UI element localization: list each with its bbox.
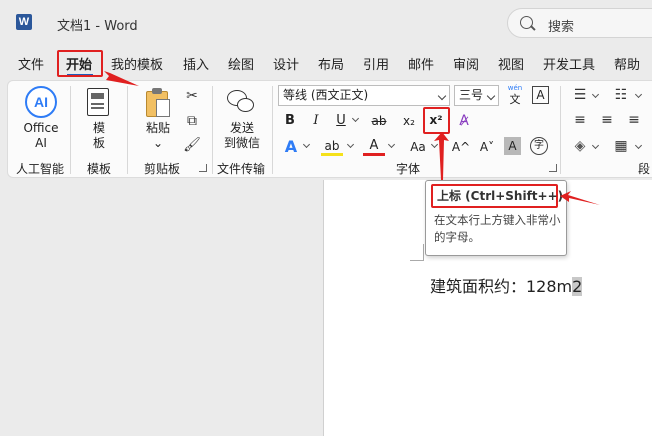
group-separator: [127, 86, 128, 174]
title-bar: W 文档1 - Word 搜索: [0, 0, 652, 46]
group-separator: [70, 86, 71, 174]
font-color-button[interactable]: A: [363, 136, 385, 156]
paste-icon[interactable]: [146, 88, 170, 118]
phonetic-char: 文: [509, 93, 521, 106]
wechat-icon[interactable]: [227, 90, 255, 114]
bullets-icon[interactable]: ☰: [569, 86, 591, 104]
paste-button[interactable]: 粘贴 ⌄: [141, 121, 175, 151]
numbering-icon[interactable]: ☷: [610, 86, 632, 104]
office-ai-label-1: Office: [23, 121, 59, 135]
align-right-icon[interactable]: ≡: [623, 111, 645, 129]
tab-view[interactable]: 视图: [498, 54, 524, 73]
superscript-annotation-box: [423, 107, 450, 134]
tab-draw[interactable]: 绘图: [228, 54, 254, 73]
format-painter-icon[interactable]: 🖌: [183, 136, 201, 154]
group-label-paragraph: 段: [638, 162, 651, 176]
tab-developer[interactable]: 开发工具: [543, 54, 595, 73]
underline-button[interactable]: U: [330, 110, 352, 132]
group-separator: [272, 86, 273, 174]
character-border-button[interactable]: A: [532, 86, 549, 104]
search-label: 搜索: [548, 20, 575, 35]
paragraph-shading-icon[interactable]: ◈: [569, 137, 591, 155]
shrink-font-button[interactable]: A˅: [476, 136, 498, 158]
paste-dropdown-arrow[interactable]: ⌄: [141, 136, 175, 151]
group-label-font: 字体: [396, 162, 421, 176]
tooltip-title: 上标 (Ctrl+Shift++): [431, 184, 563, 208]
group-label-clipboard: 剪贴板: [144, 162, 181, 176]
tooltip-description: 在文本行上方键入非常小的字母。: [434, 213, 561, 244]
text-effects-button[interactable]: A: [280, 136, 302, 158]
group-label-ai: 人工智能: [16, 162, 65, 176]
office-ai-label-2: AI: [35, 136, 47, 150]
tab-design[interactable]: 设计: [273, 54, 299, 73]
chevron-down-icon: [437, 91, 447, 101]
office-ai-icon[interactable]: AI: [25, 86, 57, 118]
search-icon: [520, 16, 533, 29]
font-launcher-icon[interactable]: [549, 164, 557, 172]
bold-button[interactable]: B: [279, 110, 301, 132]
tab-my-templates[interactable]: 我的模板: [111, 54, 163, 73]
highlight-button[interactable]: ab: [321, 136, 343, 156]
group-separator: [212, 86, 213, 174]
send-label-2: 到微信: [223, 136, 260, 150]
window-title: 文档1 - Word: [57, 19, 138, 34]
italic-button[interactable]: I: [305, 110, 327, 132]
template-label-2: 板: [92, 136, 105, 150]
search-box[interactable]: 搜索: [507, 8, 652, 38]
office-ai-button[interactable]: Office AI: [20, 121, 62, 151]
template-label-1: 模: [92, 121, 105, 135]
clipboard-launcher-icon[interactable]: [199, 164, 207, 172]
group-separator: [560, 86, 561, 174]
grow-font-button[interactable]: A^: [450, 136, 472, 158]
tab-references[interactable]: 引用: [363, 54, 389, 73]
send-label-1: 发送: [229, 121, 254, 135]
document-text[interactable]: 建筑面积约：128m2: [430, 273, 583, 297]
subscript-button[interactable]: x₂: [398, 110, 420, 132]
copy-icon[interactable]: ⧉: [183, 112, 201, 130]
tab-layout[interactable]: 布局: [318, 54, 344, 73]
tab-mailings[interactable]: 邮件: [408, 54, 434, 73]
font-size-value: 三号: [459, 88, 484, 102]
template-button[interactable]: 模 板: [86, 121, 112, 151]
align-left-icon[interactable]: ≡: [569, 111, 591, 129]
tab-file[interactable]: 文件: [18, 54, 44, 73]
borders-icon[interactable]: ▦: [610, 137, 632, 155]
tab-insert[interactable]: 插入: [183, 54, 209, 73]
send-to-wechat-button[interactable]: 发送 到微信: [220, 121, 264, 151]
strikethrough-button[interactable]: ab: [368, 110, 390, 132]
align-center-icon[interactable]: ≡: [596, 111, 618, 129]
chevron-down-icon: [486, 91, 496, 101]
font-size-select[interactable]: 三号: [454, 85, 499, 106]
clear-formatting-icon[interactable]: A̷: [454, 112, 474, 130]
font-name-select[interactable]: 等线 (西文正文): [278, 85, 450, 106]
home-tab-annotation-box: [57, 50, 103, 77]
word-logo-icon: W: [16, 14, 32, 30]
document-text-body: 建筑面积约：128m: [430, 277, 573, 296]
cut-icon[interactable]: ✂: [183, 87, 201, 105]
change-case-button[interactable]: Aa: [405, 136, 431, 158]
tab-help[interactable]: 帮助: [614, 54, 640, 73]
tab-review[interactable]: 审阅: [453, 54, 479, 73]
character-shading-button[interactable]: A: [504, 137, 521, 155]
paste-label: 粘贴: [145, 121, 170, 135]
selected-text[interactable]: 2: [572, 277, 583, 296]
phonetic-guide-button[interactable]: wén 文: [505, 84, 525, 108]
enclose-characters-button[interactable]: 字: [530, 137, 548, 155]
phonetic-pinyin: wén: [507, 84, 523, 92]
template-icon[interactable]: [87, 88, 109, 116]
font-name-value: 等线 (西文正文): [283, 88, 369, 102]
group-label-transfer: 文件传输: [217, 162, 266, 176]
group-label-template: 模板: [87, 162, 112, 176]
margin-corner-mark: [410, 244, 424, 261]
